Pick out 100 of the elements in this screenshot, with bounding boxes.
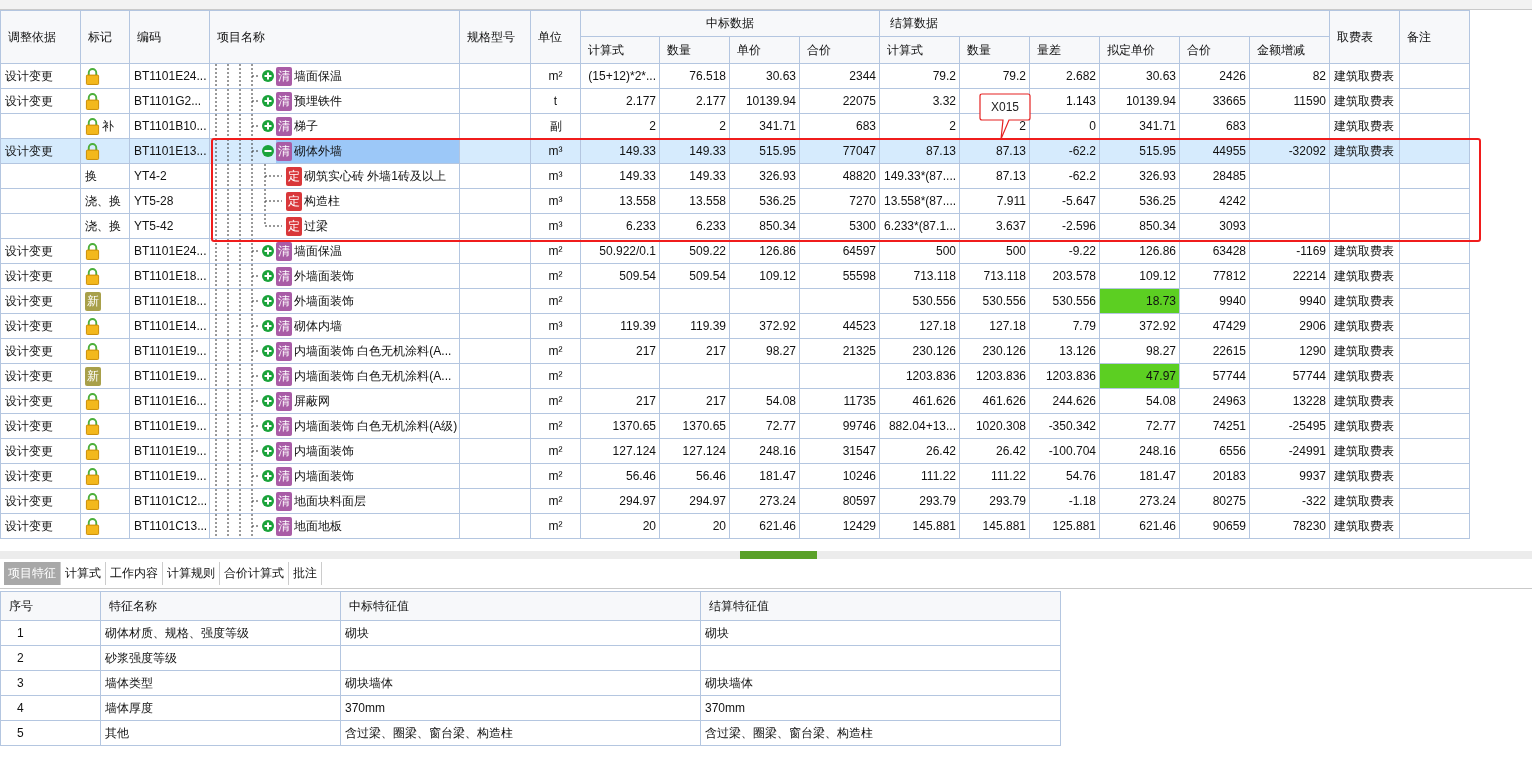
- table-cell: 217: [580, 338, 660, 364]
- column-header[interactable]: 单位: [530, 10, 581, 64]
- column-header[interactable]: 调整依据: [0, 10, 81, 64]
- table-cell: 44523: [799, 313, 880, 339]
- column-header[interactable]: 计算式: [879, 36, 960, 64]
- column-header[interactable]: 金额增减: [1249, 36, 1330, 64]
- column-header[interactable]: 项目名称: [209, 10, 460, 64]
- expand-icon[interactable]: [262, 120, 274, 132]
- table-cell: 1: [0, 620, 101, 646]
- table-cell: 57744: [1249, 363, 1330, 389]
- expand-icon[interactable]: [262, 395, 274, 407]
- table-cell: 621.46: [1099, 513, 1180, 539]
- table-cell: 217: [659, 388, 730, 414]
- table-cell: -62.2: [1029, 163, 1100, 189]
- column-header[interactable]: 特征名称: [100, 591, 341, 621]
- expand-icon[interactable]: [262, 245, 274, 257]
- expand-icon[interactable]: [262, 420, 274, 432]
- table-cell: 50.922/0.1: [580, 238, 660, 264]
- collapse-icon[interactable]: [262, 145, 274, 157]
- table-cell: 砌块墙体: [340, 670, 701, 696]
- item-name[interactable]: 梯子: [294, 117, 318, 135]
- mark-text: 换: [85, 167, 97, 185]
- splitter-handle[interactable]: [740, 551, 817, 559]
- table-cell: BT1101E19...: [129, 363, 210, 389]
- column-header[interactable]: 编码: [129, 10, 210, 64]
- item-name[interactable]: 地面地板: [294, 517, 342, 535]
- table-cell: 建筑取费表: [1329, 338, 1400, 364]
- table-cell: BT1101G2...: [129, 88, 210, 114]
- column-header[interactable]: 取费表: [1329, 10, 1400, 64]
- column-header[interactable]: 合价: [1179, 36, 1250, 64]
- item-name[interactable]: 屏蔽网: [294, 392, 330, 410]
- table-cell: 509.22: [659, 238, 730, 264]
- table-cell: -1169: [1249, 238, 1330, 264]
- expand-icon[interactable]: [262, 70, 274, 82]
- table-cell: 20: [659, 513, 730, 539]
- table-cell: 砂浆强度等级: [100, 645, 341, 671]
- table-cell: 119.39: [580, 313, 660, 339]
- column-header[interactable]: 结算特征值: [700, 591, 1061, 621]
- table-cell: 1203.836: [959, 363, 1030, 389]
- expand-icon[interactable]: [262, 495, 274, 507]
- item-name[interactable]: 外墙面装饰: [294, 292, 354, 310]
- item-name[interactable]: 砌体外墙: [294, 142, 342, 160]
- table-cell: -24991: [1249, 438, 1330, 464]
- item-name[interactable]: 外墙面装饰: [294, 267, 354, 285]
- column-header[interactable]: 单价: [729, 36, 800, 64]
- table-cell: 9940: [1179, 288, 1250, 314]
- item-name[interactable]: 过梁: [304, 217, 328, 235]
- item-name[interactable]: 砌筑实心砖 外墙1砖及以上: [304, 167, 446, 185]
- table-cell: (15+12)*2*...: [580, 63, 660, 89]
- item-name[interactable]: 墙面保温: [294, 242, 342, 260]
- item-name[interactable]: 构造柱: [304, 192, 340, 210]
- type-tag: 清: [276, 391, 292, 411]
- column-header[interactable]: 数量: [659, 36, 730, 64]
- table-cell: 515.95: [1099, 138, 1180, 164]
- expand-icon[interactable]: [262, 370, 274, 382]
- item-name[interactable]: 地面块料面层: [294, 492, 366, 510]
- table-cell: 217: [659, 338, 730, 364]
- table-cell: 设计变更: [0, 288, 81, 314]
- expand-icon[interactable]: [262, 445, 274, 457]
- expand-icon[interactable]: [262, 95, 274, 107]
- table-cell: 建筑取费表: [1329, 363, 1400, 389]
- item-name[interactable]: 砌体内墙: [294, 317, 342, 335]
- column-header[interactable]: 合价: [799, 36, 880, 64]
- item-name[interactable]: 内墙面装饰: [294, 467, 354, 485]
- column-header[interactable]: 中标特征值: [340, 591, 701, 621]
- table-cell: BT1101E19...: [129, 413, 210, 439]
- expand-icon[interactable]: [262, 470, 274, 482]
- table-cell: 设计变更: [0, 438, 81, 464]
- table-cell: 621.46: [729, 513, 800, 539]
- expand-icon[interactable]: [262, 520, 274, 532]
- column-header[interactable]: 规格型号: [459, 10, 531, 64]
- item-name[interactable]: 内墙面装饰 白色无机涂料(A...: [294, 367, 452, 385]
- item-name[interactable]: 预埋铁件: [294, 92, 342, 110]
- table-cell: -2.596: [1029, 213, 1100, 239]
- table-cell: 203.578: [1029, 263, 1100, 289]
- column-header[interactable]: 量差: [1029, 36, 1100, 64]
- table-cell: -9.22: [1029, 238, 1100, 264]
- column-header[interactable]: 计算式: [580, 36, 660, 64]
- item-name[interactable]: 内墙面装饰 白色无机涂料(A级): [294, 417, 458, 435]
- item-name[interactable]: 内墙面装饰 白色无机涂料(A...: [294, 342, 452, 360]
- table-cell: 建筑取费表: [1329, 438, 1400, 464]
- lock-icon: [85, 117, 100, 135]
- column-header[interactable]: 标记: [80, 10, 130, 64]
- expand-icon[interactable]: [262, 270, 274, 282]
- table-cell: m²: [530, 288, 581, 314]
- table-cell: 370mm: [700, 695, 1061, 721]
- table-cell: t: [530, 88, 581, 114]
- column-header[interactable]: 序号: [0, 591, 101, 621]
- column-header[interactable]: 备注: [1399, 10, 1470, 64]
- table-cell: BT1101E18...: [129, 263, 210, 289]
- table-cell: 1370.65: [659, 413, 730, 439]
- expand-icon[interactable]: [262, 345, 274, 357]
- table-cell: 含过梁、圈梁、窗台梁、构造柱: [700, 720, 1061, 746]
- lock-icon: [85, 317, 100, 335]
- expand-icon[interactable]: [262, 295, 274, 307]
- item-name[interactable]: 墙面保温: [294, 67, 342, 85]
- item-name[interactable]: 内墙面装饰: [294, 442, 354, 460]
- column-header[interactable]: 拟定单价: [1099, 36, 1180, 64]
- expand-icon[interactable]: [262, 320, 274, 332]
- column-header[interactable]: 数量: [959, 36, 1030, 64]
